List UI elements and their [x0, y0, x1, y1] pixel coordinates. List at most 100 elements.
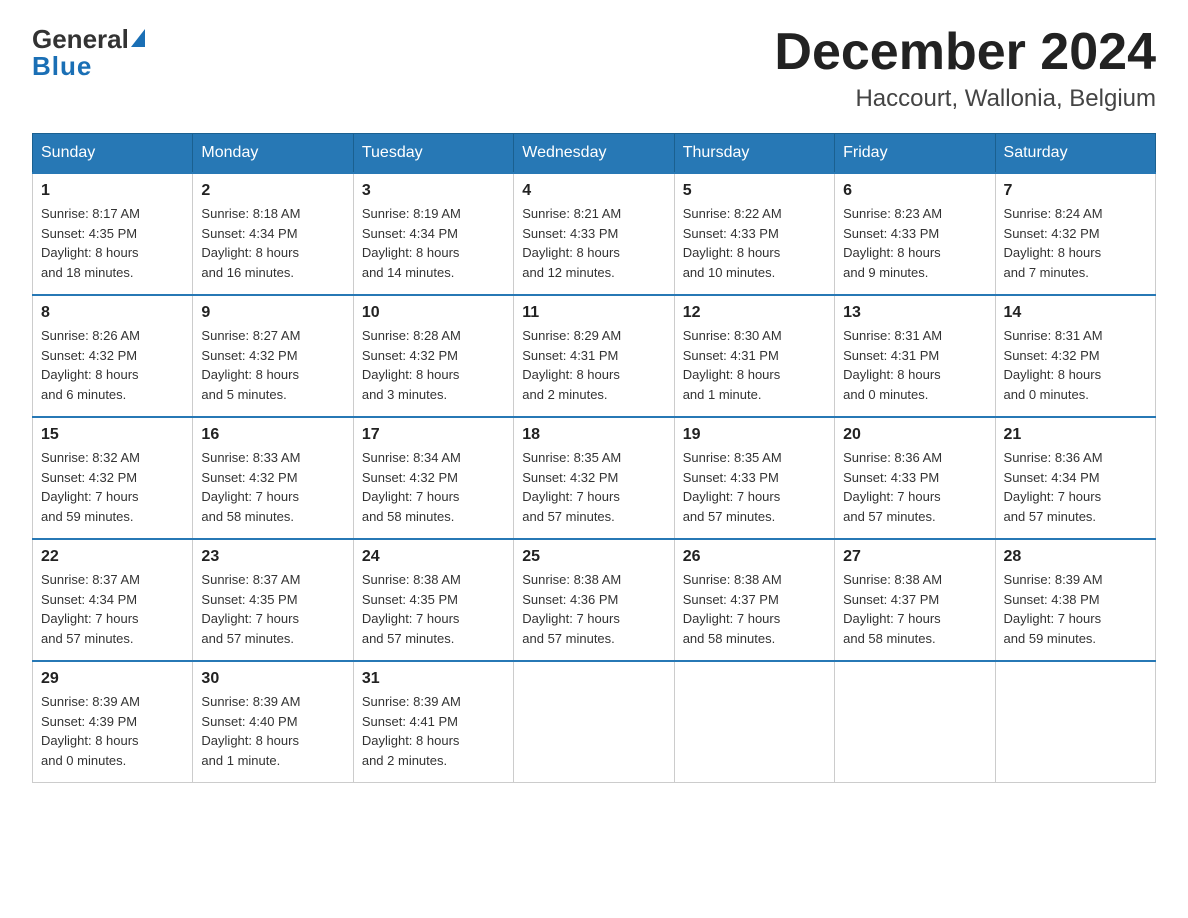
header-saturday: Saturday [995, 134, 1155, 174]
table-row: 30 Sunrise: 8:39 AM Sunset: 4:40 PM Dayl… [193, 661, 353, 783]
logo-triangle-icon [131, 29, 145, 47]
day-number: 28 [1004, 548, 1147, 566]
day-info: Sunrise: 8:38 AM Sunset: 4:36 PM Dayligh… [522, 570, 665, 648]
table-row: 18 Sunrise: 8:35 AM Sunset: 4:32 PM Dayl… [514, 417, 674, 539]
calendar-table: Sunday Monday Tuesday Wednesday Thursday… [32, 133, 1156, 783]
table-row: 21 Sunrise: 8:36 AM Sunset: 4:34 PM Dayl… [995, 417, 1155, 539]
day-number: 19 [683, 426, 826, 444]
page-header: General Blue December 2024 Haccourt, Wal… [32, 24, 1156, 113]
day-number: 18 [522, 426, 665, 444]
day-info: Sunrise: 8:23 AM Sunset: 4:33 PM Dayligh… [843, 204, 986, 282]
day-number: 8 [41, 304, 184, 322]
day-info: Sunrise: 8:35 AM Sunset: 4:33 PM Dayligh… [683, 448, 826, 526]
calendar-week-row: 29 Sunrise: 8:39 AM Sunset: 4:39 PM Dayl… [33, 661, 1156, 783]
day-number: 12 [683, 304, 826, 322]
day-info: Sunrise: 8:39 AM Sunset: 4:38 PM Dayligh… [1004, 570, 1147, 648]
table-row: 17 Sunrise: 8:34 AM Sunset: 4:32 PM Dayl… [353, 417, 513, 539]
day-number: 29 [41, 670, 184, 688]
day-info: Sunrise: 8:31 AM Sunset: 4:31 PM Dayligh… [843, 326, 986, 404]
table-row: 22 Sunrise: 8:37 AM Sunset: 4:34 PM Dayl… [33, 539, 193, 661]
day-number: 23 [201, 548, 344, 566]
table-row: 5 Sunrise: 8:22 AM Sunset: 4:33 PM Dayli… [674, 173, 834, 295]
day-number: 15 [41, 426, 184, 444]
table-row: 1 Sunrise: 8:17 AM Sunset: 4:35 PM Dayli… [33, 173, 193, 295]
day-info: Sunrise: 8:30 AM Sunset: 4:31 PM Dayligh… [683, 326, 826, 404]
day-number: 25 [522, 548, 665, 566]
day-info: Sunrise: 8:28 AM Sunset: 4:32 PM Dayligh… [362, 326, 505, 404]
header-sunday: Sunday [33, 134, 193, 174]
header-monday: Monday [193, 134, 353, 174]
header-tuesday: Tuesday [353, 134, 513, 174]
day-number: 10 [362, 304, 505, 322]
table-row: 15 Sunrise: 8:32 AM Sunset: 4:32 PM Dayl… [33, 417, 193, 539]
table-row: 2 Sunrise: 8:18 AM Sunset: 4:34 PM Dayli… [193, 173, 353, 295]
table-row: 29 Sunrise: 8:39 AM Sunset: 4:39 PM Dayl… [33, 661, 193, 783]
table-row: 23 Sunrise: 8:37 AM Sunset: 4:35 PM Dayl… [193, 539, 353, 661]
table-row: 14 Sunrise: 8:31 AM Sunset: 4:32 PM Dayl… [995, 295, 1155, 417]
day-number: 31 [362, 670, 505, 688]
table-row [835, 661, 995, 783]
day-number: 6 [843, 182, 986, 200]
day-number: 14 [1004, 304, 1147, 322]
day-info: Sunrise: 8:36 AM Sunset: 4:33 PM Dayligh… [843, 448, 986, 526]
header-thursday: Thursday [674, 134, 834, 174]
calendar-week-row: 22 Sunrise: 8:37 AM Sunset: 4:34 PM Dayl… [33, 539, 1156, 661]
day-info: Sunrise: 8:39 AM Sunset: 4:40 PM Dayligh… [201, 692, 344, 770]
day-number: 1 [41, 182, 184, 200]
day-number: 9 [201, 304, 344, 322]
month-year-title: December 2024 [774, 24, 1156, 81]
day-number: 27 [843, 548, 986, 566]
day-info: Sunrise: 8:39 AM Sunset: 4:39 PM Dayligh… [41, 692, 184, 770]
day-number: 26 [683, 548, 826, 566]
table-row: 6 Sunrise: 8:23 AM Sunset: 4:33 PM Dayli… [835, 173, 995, 295]
location-subtitle: Haccourt, Wallonia, Belgium [774, 85, 1156, 113]
table-row: 13 Sunrise: 8:31 AM Sunset: 4:31 PM Dayl… [835, 295, 995, 417]
header-wednesday: Wednesday [514, 134, 674, 174]
table-row: 27 Sunrise: 8:38 AM Sunset: 4:37 PM Dayl… [835, 539, 995, 661]
day-number: 5 [683, 182, 826, 200]
day-info: Sunrise: 8:39 AM Sunset: 4:41 PM Dayligh… [362, 692, 505, 770]
day-number: 24 [362, 548, 505, 566]
day-info: Sunrise: 8:22 AM Sunset: 4:33 PM Dayligh… [683, 204, 826, 282]
table-row: 20 Sunrise: 8:36 AM Sunset: 4:33 PM Dayl… [835, 417, 995, 539]
table-row [674, 661, 834, 783]
day-info: Sunrise: 8:24 AM Sunset: 4:32 PM Dayligh… [1004, 204, 1147, 282]
table-row: 24 Sunrise: 8:38 AM Sunset: 4:35 PM Dayl… [353, 539, 513, 661]
table-row [995, 661, 1155, 783]
day-number: 11 [522, 304, 665, 322]
day-info: Sunrise: 8:19 AM Sunset: 4:34 PM Dayligh… [362, 204, 505, 282]
day-info: Sunrise: 8:18 AM Sunset: 4:34 PM Dayligh… [201, 204, 344, 282]
day-info: Sunrise: 8:36 AM Sunset: 4:34 PM Dayligh… [1004, 448, 1147, 526]
day-info: Sunrise: 8:38 AM Sunset: 4:37 PM Dayligh… [843, 570, 986, 648]
title-section: December 2024 Haccourt, Wallonia, Belgiu… [774, 24, 1156, 113]
day-info: Sunrise: 8:27 AM Sunset: 4:32 PM Dayligh… [201, 326, 344, 404]
table-row: 10 Sunrise: 8:28 AM Sunset: 4:32 PM Dayl… [353, 295, 513, 417]
day-info: Sunrise: 8:35 AM Sunset: 4:32 PM Dayligh… [522, 448, 665, 526]
day-number: 17 [362, 426, 505, 444]
table-row: 11 Sunrise: 8:29 AM Sunset: 4:31 PM Dayl… [514, 295, 674, 417]
table-row [514, 661, 674, 783]
table-row: 19 Sunrise: 8:35 AM Sunset: 4:33 PM Dayl… [674, 417, 834, 539]
table-row: 26 Sunrise: 8:38 AM Sunset: 4:37 PM Dayl… [674, 539, 834, 661]
day-number: 13 [843, 304, 986, 322]
day-number: 22 [41, 548, 184, 566]
table-row: 28 Sunrise: 8:39 AM Sunset: 4:38 PM Dayl… [995, 539, 1155, 661]
day-number: 7 [1004, 182, 1147, 200]
day-info: Sunrise: 8:38 AM Sunset: 4:37 PM Dayligh… [683, 570, 826, 648]
day-info: Sunrise: 8:31 AM Sunset: 4:32 PM Dayligh… [1004, 326, 1147, 404]
table-row: 16 Sunrise: 8:33 AM Sunset: 4:32 PM Dayl… [193, 417, 353, 539]
day-info: Sunrise: 8:34 AM Sunset: 4:32 PM Dayligh… [362, 448, 505, 526]
day-number: 4 [522, 182, 665, 200]
table-row: 8 Sunrise: 8:26 AM Sunset: 4:32 PM Dayli… [33, 295, 193, 417]
day-number: 30 [201, 670, 344, 688]
table-row: 4 Sunrise: 8:21 AM Sunset: 4:33 PM Dayli… [514, 173, 674, 295]
day-info: Sunrise: 8:37 AM Sunset: 4:35 PM Dayligh… [201, 570, 344, 648]
day-info: Sunrise: 8:26 AM Sunset: 4:32 PM Dayligh… [41, 326, 184, 404]
calendar-week-row: 15 Sunrise: 8:32 AM Sunset: 4:32 PM Dayl… [33, 417, 1156, 539]
table-row: 31 Sunrise: 8:39 AM Sunset: 4:41 PM Dayl… [353, 661, 513, 783]
calendar-header-row: Sunday Monday Tuesday Wednesday Thursday… [33, 134, 1156, 174]
logo-blue-text: Blue [32, 51, 92, 82]
table-row: 12 Sunrise: 8:30 AM Sunset: 4:31 PM Dayl… [674, 295, 834, 417]
header-friday: Friday [835, 134, 995, 174]
day-info: Sunrise: 8:29 AM Sunset: 4:31 PM Dayligh… [522, 326, 665, 404]
